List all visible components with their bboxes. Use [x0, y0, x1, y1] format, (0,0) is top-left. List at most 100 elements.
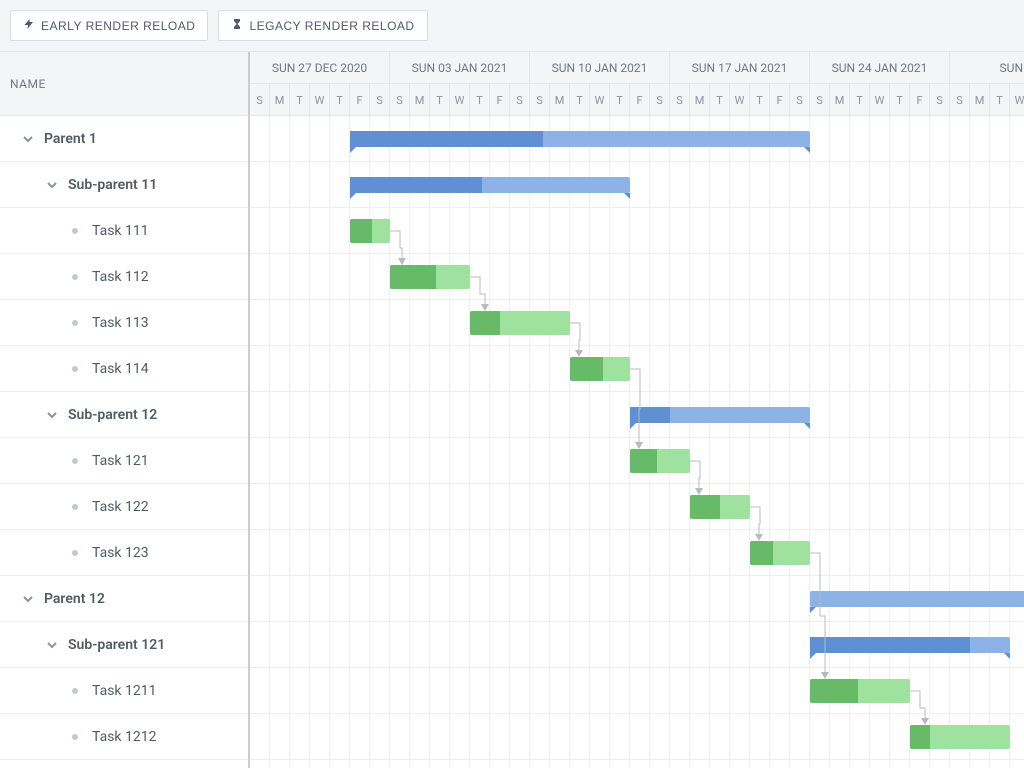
summary-bar[interactable]	[810, 637, 1010, 653]
progress-fill	[350, 219, 372, 243]
task-bar[interactable]	[390, 265, 470, 289]
bullet-icon	[72, 688, 78, 694]
row-label: Task 122	[92, 499, 149, 515]
tree-task-row[interactable]: Task 111	[0, 208, 248, 254]
progress-fill	[810, 637, 970, 653]
day-header-cell: W	[450, 84, 470, 116]
day-header-cell: S	[510, 84, 530, 116]
grid-row	[250, 346, 1024, 392]
row-label: Task 111	[92, 223, 149, 239]
timeline-body[interactable]	[250, 116, 1024, 768]
summary-bar[interactable]	[350, 177, 630, 193]
button-label: LEGACY RENDER RELOAD	[249, 19, 414, 33]
bullet-icon	[72, 228, 78, 234]
day-header-cell: T	[570, 84, 590, 116]
tree-group-row[interactable]: Sub-parent 11	[0, 162, 248, 208]
week-header-cell: SUN 17 JAN 2021	[670, 52, 810, 84]
day-header-cell: T	[890, 84, 910, 116]
grid-row	[250, 530, 1024, 576]
tree-panel: NAME Parent 1Sub-parent 11Task 111Task 1…	[0, 52, 250, 768]
day-header-cell: T	[330, 84, 350, 116]
day-header-cell: S	[790, 84, 810, 116]
tree-group-row[interactable]: Sub-parent 121	[0, 622, 248, 668]
task-bar[interactable]	[810, 679, 910, 703]
summary-bar[interactable]	[350, 131, 810, 147]
bullet-icon	[72, 274, 78, 280]
tree-task-row[interactable]: Task 121	[0, 438, 248, 484]
day-header-cell: W	[870, 84, 890, 116]
day-header-cell: S	[670, 84, 690, 116]
progress-fill	[570, 357, 603, 381]
day-header-cell: W	[730, 84, 750, 116]
day-header-cell: T	[850, 84, 870, 116]
row-label: Parent 12	[44, 591, 105, 607]
task-bar[interactable]	[630, 449, 690, 473]
chevron-down-icon[interactable]	[44, 407, 60, 423]
progress-fill	[630, 449, 657, 473]
week-header-cell: SUN 31	[950, 52, 1024, 84]
bullet-icon	[72, 366, 78, 372]
timeline-header: SUN 27 DEC 2020SMTWTFSSUN 03 JAN 2021SMT…	[250, 52, 1024, 116]
bullet-icon	[72, 458, 78, 464]
tree-rows: Parent 1 Sub-parent 11 Task 111 Task 112 Tas…	[0, 116, 248, 768]
chevron-down-icon[interactable]	[20, 131, 36, 147]
grid-row	[250, 484, 1024, 530]
tree-group-row[interactable]: Sub-parent 12	[0, 392, 248, 438]
day-header-cell: T	[750, 84, 770, 116]
early-render-reload-button[interactable]: EARLY RENDER RELOAD	[10, 10, 208, 41]
tree-task-row[interactable]: Task 123	[0, 530, 248, 576]
toolbar: EARLY RENDER RELOAD LEGACY RENDER RELOAD	[0, 0, 1024, 52]
day-header-cell: M	[830, 84, 850, 116]
tree-group-row[interactable]: Parent 1	[0, 116, 248, 162]
progress-fill	[690, 495, 720, 519]
day-header-cell: S	[810, 84, 830, 116]
day-header-cell: M	[270, 84, 290, 116]
row-label: Sub-parent 11	[68, 177, 157, 193]
task-bar[interactable]	[570, 357, 630, 381]
timeline-panel[interactable]: SUN 27 DEC 2020SMTWTFSSUN 03 JAN 2021SMT…	[250, 52, 1024, 768]
day-header-cell: T	[610, 84, 630, 116]
progress-fill	[390, 265, 436, 289]
task-bar[interactable]	[350, 219, 390, 243]
lightning-icon	[23, 18, 35, 33]
progress-fill	[910, 725, 930, 749]
task-bar[interactable]	[470, 311, 570, 335]
day-header-cell: S	[530, 84, 550, 116]
tree-task-row[interactable]: Task 112	[0, 254, 248, 300]
task-bar[interactable]	[750, 541, 810, 565]
day-header-cell: S	[930, 84, 950, 116]
button-label: EARLY RENDER RELOAD	[41, 19, 195, 33]
row-label: Task 1212	[92, 729, 156, 745]
grid-row	[250, 254, 1024, 300]
bullet-icon	[72, 550, 78, 556]
hourglass-icon	[231, 18, 243, 33]
summary-bar[interactable]	[810, 591, 1024, 607]
day-header-cell: M	[410, 84, 430, 116]
row-label: Task 113	[92, 315, 149, 331]
tree-task-row[interactable]: Task 1212	[0, 714, 248, 760]
day-header-cell: T	[990, 84, 1010, 116]
chevron-down-icon[interactable]	[44, 177, 60, 193]
row-label: Task 114	[92, 361, 149, 377]
tree-task-row[interactable]: Task 113	[0, 300, 248, 346]
task-bar[interactable]	[690, 495, 750, 519]
row-label: Sub-parent 12	[68, 407, 157, 423]
tree-task-row[interactable]: Task 122	[0, 484, 248, 530]
row-label: Task 121	[92, 453, 149, 469]
week-header-cell: SUN 03 JAN 2021	[390, 52, 530, 84]
tree-group-row[interactable]: Parent 12	[0, 576, 248, 622]
week-header-cell: SUN 27 DEC 2020	[250, 52, 390, 84]
progress-fill	[750, 541, 773, 565]
bullet-icon	[72, 504, 78, 510]
chevron-down-icon[interactable]	[20, 591, 36, 607]
progress-fill	[810, 679, 858, 703]
row-label: Task 1211	[92, 683, 156, 699]
task-bar[interactable]	[910, 725, 1010, 749]
chevron-down-icon[interactable]	[44, 637, 60, 653]
tree-task-row[interactable]: Task 114	[0, 346, 248, 392]
tree-task-row[interactable]: Task 1211	[0, 668, 248, 714]
summary-bar[interactable]	[630, 407, 810, 423]
grid-row	[250, 714, 1024, 760]
day-header-cell: F	[770, 84, 790, 116]
legacy-render-reload-button[interactable]: LEGACY RENDER RELOAD	[218, 10, 427, 41]
